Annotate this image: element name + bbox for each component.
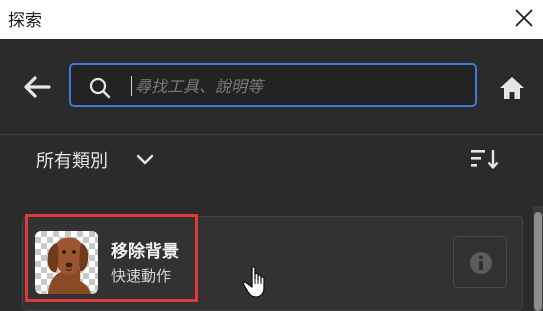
category-dropdown-toggle[interactable] <box>135 150 155 170</box>
window-title: 探索 <box>8 11 42 31</box>
chevron-down-icon <box>136 154 154 165</box>
back-button[interactable] <box>22 74 52 100</box>
close-icon <box>515 9 533 27</box>
sort-icon <box>471 150 499 169</box>
text-caret <box>131 76 132 96</box>
arrow-left-icon <box>24 76 51 98</box>
category-dropdown-label[interactable]: 所有類別 <box>36 147 108 173</box>
home-icon <box>500 77 524 99</box>
hand-pointer-cursor-icon <box>240 264 276 300</box>
window-titlebar: 探索 <box>0 0 543 39</box>
info-icon <box>470 252 492 274</box>
highlight-box <box>25 214 198 302</box>
search-input[interactable] <box>133 71 457 101</box>
sort-button[interactable] <box>470 148 500 170</box>
close-button[interactable] <box>513 7 535 29</box>
home-button[interactable] <box>497 74 527 102</box>
scrollbar-thumb[interactable] <box>534 212 542 311</box>
scrollbar[interactable] <box>533 206 543 311</box>
info-button[interactable] <box>453 236 507 288</box>
search-icon <box>89 77 111 99</box>
search-box[interactable] <box>69 63 477 107</box>
